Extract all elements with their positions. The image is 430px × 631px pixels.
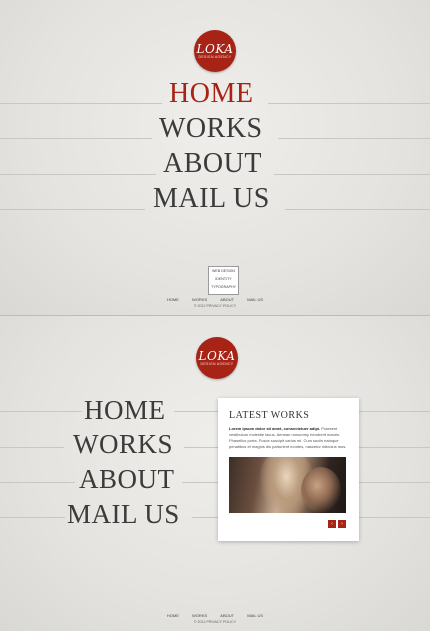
footer-link-home[interactable]: HOME [167, 613, 179, 618]
menu-rule [285, 209, 430, 210]
nav-mail-us[interactable]: MAIL US [153, 183, 270, 215]
menu-rule [0, 517, 65, 518]
nav-home[interactable]: HOME [169, 78, 253, 110]
nav-mail-us[interactable]: MAIL US [67, 499, 180, 530]
latest-works-text: Lorem ipsum dolor sit amet, consectetuer… [229, 426, 351, 450]
latest-works-title: LATEST WORKS [229, 410, 310, 421]
logo-mark: LOKA [198, 349, 236, 363]
photo-face [301, 467, 341, 513]
home-screen: LOKA DESIGN AGENCY HOME WORKS ABOUT MAIL… [0, 0, 430, 315]
menu-rule [0, 209, 145, 210]
logo-tagline: DESIGN AGENCY [200, 362, 234, 366]
menu-rule [0, 411, 82, 412]
copyright: © 2012 PRIVACY POLICY [193, 304, 237, 308]
nav-works[interactable]: WORKS [73, 429, 173, 460]
latest-works-lead: Lorem ipsum dolor sit amet, consectetuer… [229, 426, 321, 431]
submenu-item[interactable]: IDENTITY [209, 275, 238, 283]
nav-about[interactable]: ABOUT [163, 148, 262, 180]
footer-link-works[interactable]: WORKS [192, 613, 207, 618]
submenu-item[interactable]: TYPOGRAPHY [209, 283, 238, 291]
menu-rule [0, 447, 64, 448]
menu-rule [268, 103, 430, 104]
logo-mark: LOKA [196, 42, 234, 56]
next-button[interactable]: › [338, 520, 346, 528]
logo-tagline: DESIGN AGENCY [198, 55, 232, 59]
footer-link-home[interactable]: HOME [167, 297, 179, 302]
prev-button[interactable]: ‹ [328, 520, 336, 528]
latest-works-card: LATEST WORKS Lorem ipsum dolor sit amet,… [218, 398, 359, 541]
latest-works-photo[interactable] [229, 457, 346, 513]
copyright: © 2012 PRIVACY POLICY [193, 620, 237, 624]
submenu-item[interactable]: WEB DESIGN [209, 267, 238, 275]
footer-link-works[interactable]: WORKS [192, 297, 207, 302]
logo[interactable]: LOKA DESIGN AGENCY [196, 337, 238, 379]
menu-rule [0, 482, 75, 483]
menu-rule [0, 138, 152, 139]
menu-rule [274, 174, 430, 175]
menu-rule [0, 174, 156, 175]
menu-rule [278, 138, 430, 139]
nav-about[interactable]: ABOUT [79, 464, 175, 495]
nav-home[interactable]: HOME [84, 395, 166, 426]
logo[interactable]: LOKA DESIGN AGENCY [194, 30, 236, 72]
footer-nav: HOME WORKS ABOUT MAIL US [0, 297, 430, 302]
footer-link-about[interactable]: ABOUT [220, 613, 234, 618]
menu-rule [0, 103, 162, 104]
works-screen: LOKA DESIGN AGENCY HOME WORKS ABOUT MAIL… [0, 316, 430, 631]
footer-link-mail[interactable]: MAIL US [247, 613, 263, 618]
footer-link-about[interactable]: ABOUT [220, 297, 234, 302]
footer-link-mail[interactable]: MAIL US [247, 297, 263, 302]
nav-works[interactable]: WORKS [159, 113, 263, 145]
submenu-box: WEB DESIGN IDENTITY TYPOGRAPHY [208, 266, 239, 295]
footer-nav: HOME WORKS ABOUT MAIL US [0, 613, 430, 618]
